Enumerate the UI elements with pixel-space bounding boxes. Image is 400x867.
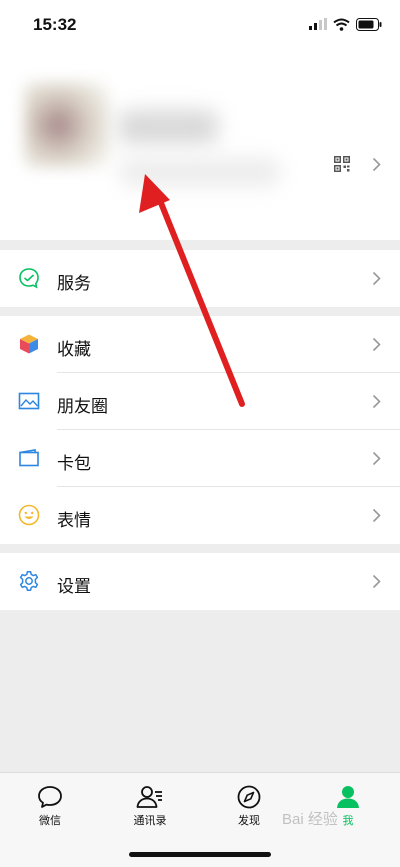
tab-label: 微信 bbox=[39, 815, 61, 827]
status-icons bbox=[309, 16, 382, 32]
gear-icon bbox=[19, 571, 39, 591]
menu-item-cards[interactable]: 卡包 bbox=[0, 430, 400, 487]
chevron-right-icon bbox=[372, 271, 381, 286]
wifi-icon bbox=[333, 18, 350, 31]
wechat-id-redacted bbox=[120, 158, 280, 186]
nickname-redacted bbox=[118, 110, 218, 144]
battery-icon bbox=[356, 17, 382, 31]
chevron-right-icon bbox=[372, 574, 381, 589]
tab-label: 发现 bbox=[238, 815, 260, 827]
services-icon bbox=[19, 268, 39, 289]
watermark: Bai 经验 bbox=[282, 811, 338, 828]
features-group: 收藏 朋友圈 卡包 表情 bbox=[0, 316, 400, 544]
menu-item-label: 卡包 bbox=[57, 454, 91, 473]
chevron-right-icon bbox=[372, 337, 381, 352]
menu-item-moments[interactable]: 朋友圈 bbox=[0, 373, 400, 430]
menu-item-label: 收藏 bbox=[57, 340, 91, 359]
menu-item-label: 设置 bbox=[57, 577, 91, 596]
favorites-cube-icon bbox=[20, 334, 38, 354]
tab-discover[interactable]: 发现 bbox=[219, 785, 279, 828]
menu-item-services[interactable]: 服务 bbox=[0, 250, 400, 307]
compass-icon bbox=[237, 785, 261, 809]
qr-code-icon[interactable] bbox=[334, 156, 350, 172]
menu-item-label: 表情 bbox=[57, 511, 91, 530]
chevron-right-icon[interactable] bbox=[372, 157, 381, 172]
avatar[interactable] bbox=[24, 82, 110, 168]
smiley-icon bbox=[18, 504, 40, 526]
chevron-right-icon bbox=[372, 508, 381, 523]
moments-photo-icon bbox=[18, 392, 40, 410]
cellular-signal-icon bbox=[309, 18, 327, 30]
status-bar: 15:32 bbox=[0, 0, 400, 50]
home-indicator[interactable] bbox=[129, 852, 271, 857]
tab-chats[interactable]: 微信 bbox=[20, 785, 80, 828]
profile-header[interactable] bbox=[0, 50, 400, 240]
settings-group: 设置 bbox=[0, 553, 400, 610]
tab-contacts[interactable]: 通讯录 bbox=[120, 785, 180, 828]
menu-item-label: 服务 bbox=[57, 274, 91, 293]
services-group: 服务 bbox=[0, 250, 400, 307]
menu-item-stickers[interactable]: 表情 bbox=[0, 487, 400, 544]
chevron-right-icon bbox=[372, 451, 381, 466]
menu-item-label: 朋友圈 bbox=[57, 397, 108, 416]
card-wallet-icon bbox=[19, 449, 39, 467]
person-icon bbox=[337, 786, 359, 808]
contacts-icon bbox=[136, 786, 162, 808]
menu-item-settings[interactable]: 设置 bbox=[0, 553, 400, 610]
status-time: 15:32 bbox=[33, 15, 77, 34]
chevron-right-icon bbox=[372, 394, 381, 409]
menu-item-favorites[interactable]: 收藏 bbox=[0, 316, 400, 373]
chat-bubble-icon bbox=[38, 786, 62, 808]
tab-label: 通讯录 bbox=[133, 815, 167, 827]
